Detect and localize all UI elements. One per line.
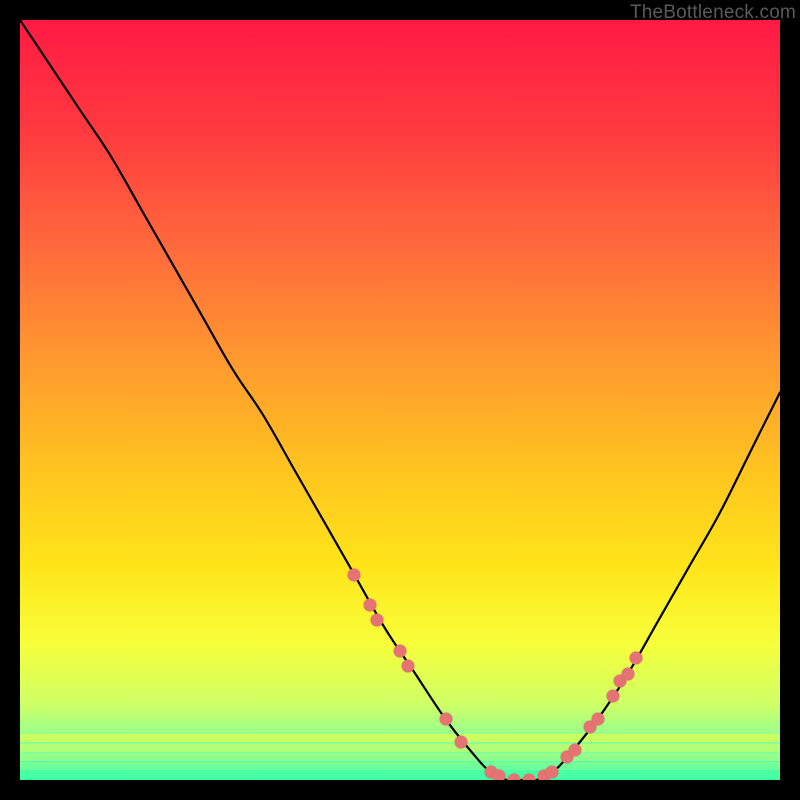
data-point-marker — [454, 736, 467, 749]
data-point-marker — [546, 766, 559, 779]
bottom-band — [20, 753, 780, 761]
data-point-marker — [568, 743, 581, 756]
data-point-marker — [622, 667, 635, 680]
bottom-band — [20, 762, 780, 770]
data-point-marker — [492, 770, 505, 780]
plot-area — [20, 20, 780, 780]
bottom-band — [20, 744, 780, 752]
bottom-band — [20, 734, 780, 742]
data-point-marker — [523, 774, 536, 781]
data-point-marker — [394, 644, 407, 657]
data-point-marker — [629, 652, 642, 665]
watermark-text: TheBottleneck.com — [630, 2, 796, 24]
data-point-marker — [401, 660, 414, 673]
data-point-marker — [508, 774, 521, 781]
data-point-marker — [591, 713, 604, 726]
data-point-marker — [606, 690, 619, 703]
background-gradient — [20, 20, 780, 780]
chart-stage: TheBottleneck.com — [0, 0, 800, 800]
data-point-marker — [348, 568, 361, 581]
data-point-marker — [439, 713, 452, 726]
data-point-marker — [363, 599, 376, 612]
data-point-marker — [371, 614, 384, 627]
bottom-band — [20, 771, 780, 779]
